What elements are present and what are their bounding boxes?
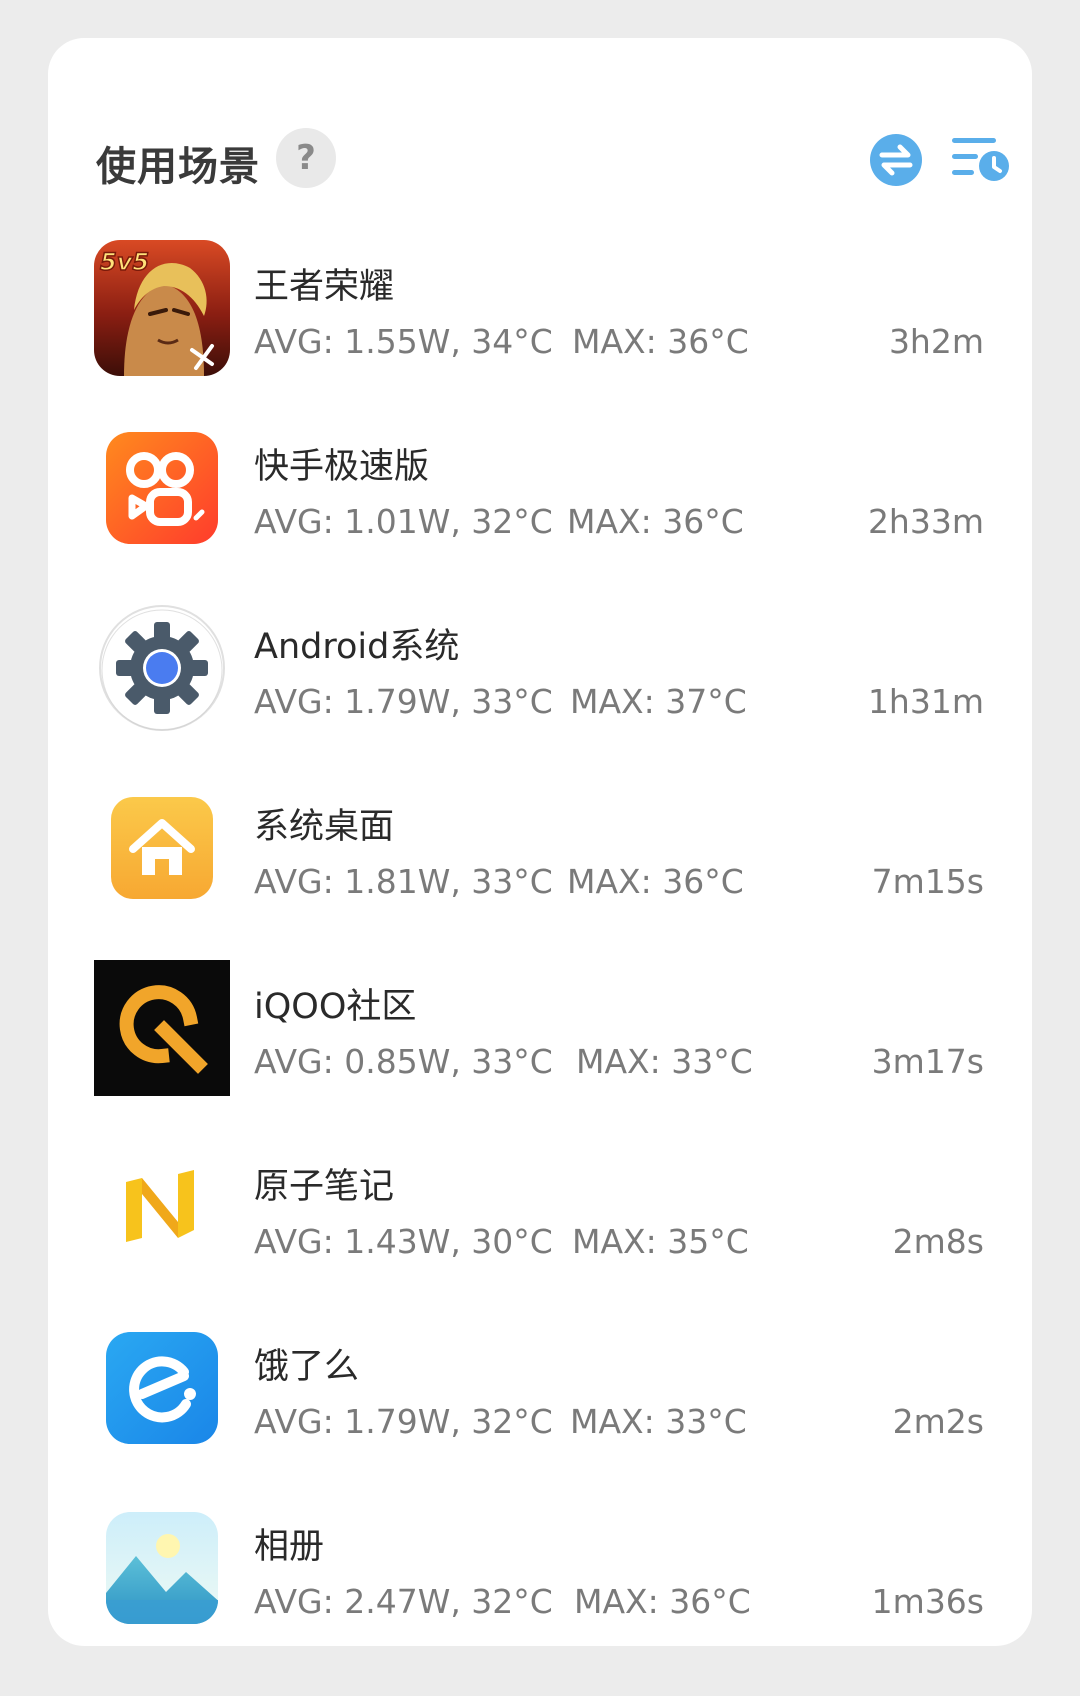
- list-item[interactable]: iQOO社区 AVG: 0.85W, 33°C MAX: 33°C 3m17s: [94, 920, 984, 1100]
- avg-power-temp: AVG: 1.55W, 34°C: [254, 322, 553, 361]
- honor-of-kings-icon: 5v5: [94, 240, 230, 376]
- max-temp: MAX: 37°C: [570, 682, 747, 721]
- card-title: 使用场景: [96, 144, 260, 190]
- iqoo-community-icon: [94, 960, 230, 1096]
- list-item[interactable]: 相册 AVG: 2.47W, 32°C MAX: 36°C 1m36s: [94, 1460, 984, 1640]
- max-temp: MAX: 35°C: [572, 1222, 749, 1261]
- usage-duration: 1m36s: [871, 1582, 984, 1621]
- usage-duration: 2m2s: [892, 1402, 984, 1441]
- avg-power-temp: AVG: 1.01W, 32°C: [254, 502, 553, 541]
- badge-label: 5v5: [100, 248, 149, 276]
- app-name: Android系统: [254, 627, 460, 667]
- app-name: 王者荣耀: [254, 267, 395, 307]
- usage-scenarios-card: 使用场景 ? 5v5 王者荣耀 AVG: 1.55W, 34°C MAX: 36…: [48, 38, 1032, 1646]
- avg-power-temp: AVG: 0.85W, 33°C: [254, 1042, 553, 1081]
- app-name: 系统桌面: [254, 807, 395, 847]
- avg-power-temp: AVG: 1.79W, 32°C: [254, 1402, 553, 1441]
- avg-power-temp: AVG: 1.81W, 33°C: [254, 862, 553, 901]
- usage-duration: 2m8s: [892, 1222, 984, 1261]
- help-button[interactable]: ?: [276, 128, 336, 188]
- eleme-icon: [94, 1320, 230, 1456]
- app-name: iQOO社区: [254, 987, 417, 1027]
- max-temp: MAX: 36°C: [567, 502, 744, 541]
- app-usage-list: 5v5 王者荣耀 AVG: 1.55W, 34°C MAX: 36°C 3h2m: [94, 200, 984, 1640]
- max-temp: MAX: 36°C: [567, 862, 744, 901]
- max-temp: MAX: 36°C: [574, 1582, 751, 1621]
- avg-power-temp: AVG: 1.43W, 30°C: [254, 1222, 553, 1261]
- max-temp: MAX: 36°C: [572, 322, 749, 361]
- usage-duration: 2h33m: [867, 502, 984, 541]
- atom-notes-icon: [94, 1140, 230, 1276]
- usage-duration: 7m15s: [871, 862, 984, 901]
- kuaishou-icon: [94, 420, 230, 556]
- usage-duration: 3h2m: [888, 322, 984, 361]
- list-item[interactable]: Android系统 AVG: 1.79W, 33°C MAX: 37°C 1h3…: [94, 560, 984, 740]
- list-item[interactable]: 系统桌面 AVG: 1.81W, 33°C MAX: 36°C 7m15s: [94, 740, 984, 920]
- app-name: 相册: [254, 1527, 325, 1567]
- swap-sort-icon[interactable]: [866, 130, 926, 190]
- list-item[interactable]: 原子笔记 AVG: 1.43W, 30°C MAX: 35°C 2m8s: [94, 1100, 984, 1280]
- android-system-gear-icon: [94, 600, 230, 736]
- gallery-icon: [94, 1500, 230, 1636]
- avg-power-temp: AVG: 2.47W, 32°C: [254, 1582, 553, 1621]
- launcher-home-icon: [94, 780, 230, 916]
- app-name: 原子笔记: [254, 1167, 395, 1207]
- list-item[interactable]: 饿了么 AVG: 1.79W, 32°C MAX: 33°C 2m2s: [94, 1280, 984, 1460]
- max-temp: MAX: 33°C: [570, 1402, 747, 1441]
- max-temp: MAX: 33°C: [576, 1042, 753, 1081]
- history-list-icon[interactable]: [948, 130, 1012, 190]
- usage-duration: 1h31m: [867, 682, 984, 721]
- app-name: 快手极速版: [254, 447, 430, 487]
- card-header: 使用场景 ?: [96, 128, 1009, 198]
- list-item[interactable]: 快手极速版 AVG: 1.01W, 32°C MAX: 36°C 2h33m: [94, 380, 984, 560]
- app-name: 饿了么: [254, 1347, 360, 1387]
- avg-power-temp: AVG: 1.79W, 33°C: [254, 682, 553, 721]
- usage-duration: 3m17s: [871, 1042, 984, 1081]
- list-item[interactable]: 5v5 王者荣耀 AVG: 1.55W, 34°C MAX: 36°C 3h2m: [94, 200, 984, 380]
